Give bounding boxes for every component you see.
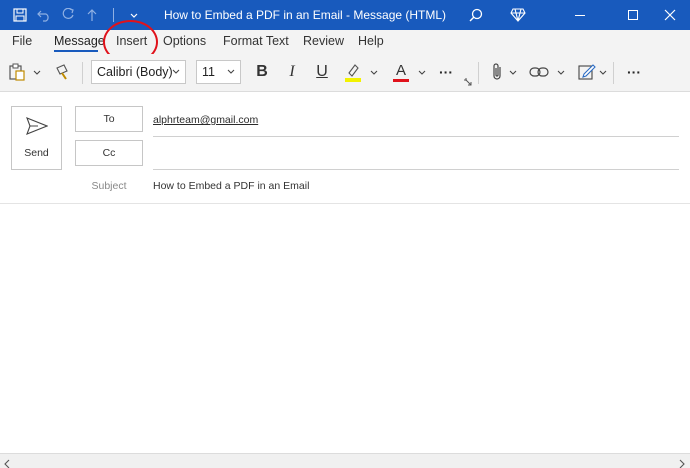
- tab-file[interactable]: File: [12, 34, 32, 48]
- paste-icon[interactable]: [6, 54, 28, 90]
- search-icon[interactable]: [464, 0, 488, 30]
- chevron-down-icon: [172, 61, 180, 90]
- diamond-icon[interactable]: [506, 0, 530, 30]
- title-bar: How to Embed a PDF in an Email - Message…: [0, 0, 690, 30]
- highlight-icon[interactable]: [341, 54, 365, 90]
- tab-review[interactable]: Review: [303, 34, 344, 48]
- save-icon[interactable]: [8, 0, 32, 30]
- attach-dropdown-chevron-icon[interactable]: [507, 54, 519, 90]
- toolbar-separator: [82, 62, 83, 84]
- redo-icon[interactable]: [58, 0, 78, 30]
- to-field-underline: [153, 136, 679, 137]
- send-icon: [26, 117, 49, 140]
- cc-field-underline: [153, 169, 679, 170]
- more-commands-button[interactable]: ···: [622, 54, 646, 90]
- more-formatting-button[interactable]: ···: [434, 54, 458, 90]
- highlight-dropdown-chevron-icon[interactable]: [367, 54, 381, 90]
- close-icon[interactable]: [650, 0, 690, 30]
- send-button[interactable]: Send: [11, 106, 62, 170]
- tab-format-text[interactable]: Format Text: [223, 34, 289, 48]
- tab-message[interactable]: Message: [54, 34, 105, 48]
- font-size-value: 11: [202, 65, 215, 79]
- undo-icon[interactable]: [34, 0, 54, 30]
- active-tab-indicator: [54, 50, 98, 52]
- font-name-value: Calibri (Body): [97, 65, 173, 79]
- minimize-icon[interactable]: [560, 0, 600, 30]
- horizontal-scrollbar[interactable]: [0, 453, 690, 468]
- paste-dropdown-chevron-icon[interactable]: [30, 54, 44, 90]
- up-arrow-icon[interactable]: [82, 0, 102, 30]
- scroll-left-icon[interactable]: [3, 456, 13, 468]
- subject-value[interactable]: How to Embed a PDF in an Email: [153, 180, 309, 192]
- cc-button[interactable]: Cc: [75, 140, 143, 166]
- maximize-icon[interactable]: [613, 0, 653, 30]
- ribbon-toolbar: Calibri (Body) 11 B I U A ··· ···: [0, 54, 690, 92]
- scroll-right-icon[interactable]: [678, 456, 688, 468]
- tab-options[interactable]: Options: [163, 34, 206, 48]
- attach-file-icon[interactable]: [486, 54, 508, 90]
- send-label: Send: [24, 147, 49, 159]
- font-color-letter: A: [395, 61, 406, 79]
- link-icon[interactable]: [528, 54, 550, 90]
- to-field[interactable]: [150, 106, 680, 136]
- signature-icon[interactable]: [576, 54, 598, 90]
- italic-button[interactable]: I: [281, 54, 303, 90]
- format-painter-icon[interactable]: [52, 54, 74, 90]
- message-body[interactable]: [0, 204, 690, 452]
- signature-dropdown-chevron-icon[interactable]: [597, 54, 609, 90]
- toolbar-separator: [613, 62, 614, 84]
- cc-field[interactable]: [150, 140, 680, 169]
- font-size-dropdown[interactable]: 11: [196, 60, 241, 84]
- link-dropdown-chevron-icon[interactable]: [555, 54, 567, 90]
- to-button[interactable]: To: [75, 106, 143, 132]
- scrollbar-thumb[interactable]: [14, 457, 676, 465]
- window-title: How to Embed a PDF in an Email - Message…: [163, 8, 447, 22]
- font-color-button[interactable]: A: [389, 54, 413, 90]
- font-color-dropdown-chevron-icon[interactable]: [415, 54, 429, 90]
- font-color-swatch: [393, 78, 409, 82]
- toolbar-separator: [478, 62, 479, 84]
- dialog-launcher-icon[interactable]: [462, 76, 474, 88]
- underline-button[interactable]: U: [311, 54, 333, 90]
- bold-button[interactable]: B: [251, 54, 273, 90]
- subject-label: Subject: [91, 180, 127, 192]
- chevron-down-icon: [227, 61, 235, 90]
- tab-help[interactable]: Help: [358, 34, 384, 48]
- font-name-dropdown[interactable]: Calibri (Body): [91, 60, 186, 84]
